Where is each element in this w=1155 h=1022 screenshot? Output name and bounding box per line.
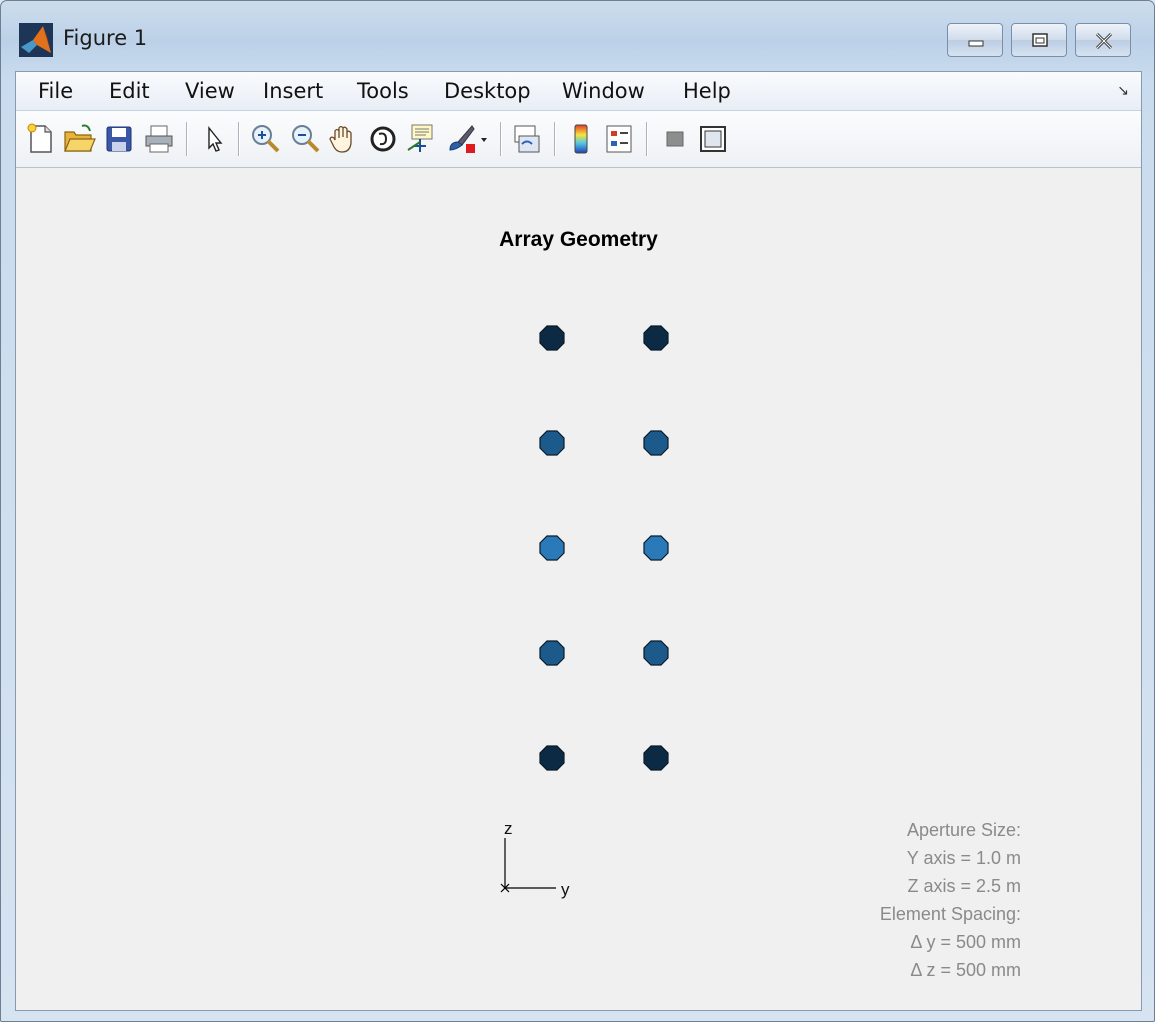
axis-triad-y-label: y bbox=[561, 880, 570, 899]
array-element-marker bbox=[539, 325, 565, 351]
zoom-out-icon[interactable] bbox=[288, 122, 322, 156]
array-element-marker bbox=[539, 535, 565, 561]
dock-figure-arrow-icon[interactable]: ↘ bbox=[1117, 82, 1129, 99]
axis-triad: z y bbox=[500, 819, 570, 899]
array-element-marker bbox=[643, 430, 669, 456]
array-element-marker bbox=[643, 325, 669, 351]
annotation-line: Aperture Size: bbox=[906, 820, 1021, 840]
array-element-marker bbox=[643, 640, 669, 666]
annotation-line: Δ y = 500 mm bbox=[910, 932, 1021, 952]
menu-tools[interactable]: Tools bbox=[357, 79, 409, 103]
show-plot-tools-icon[interactable] bbox=[696, 122, 730, 156]
new-figure-icon[interactable] bbox=[24, 122, 58, 156]
aperture-annotation: Aperture Size: Y axis = 1.0 m Z axis = 2… bbox=[880, 816, 1021, 984]
annotation-line: Z axis = 2.5 m bbox=[907, 876, 1021, 896]
figure-canvas[interactable]: Array Geometry z y Aperture Size: Y axis… bbox=[16, 168, 1141, 1010]
menu-edit[interactable]: Edit bbox=[109, 79, 150, 103]
annotation-line: Δ z = 500 mm bbox=[910, 960, 1021, 980]
array-element-marker bbox=[539, 640, 565, 666]
array-element-marker bbox=[539, 430, 565, 456]
maximize-button[interactable] bbox=[1011, 23, 1067, 57]
colorbar-icon[interactable] bbox=[564, 122, 598, 156]
toolbar-separator bbox=[646, 122, 647, 156]
axis-triad-lines bbox=[504, 838, 556, 889]
menu-window[interactable]: Window bbox=[562, 79, 645, 103]
annotation-line: Element Spacing: bbox=[879, 904, 1021, 924]
toolbar-separator bbox=[500, 122, 501, 156]
menu-file[interactable]: File bbox=[38, 79, 73, 103]
brush-dropdown-icon[interactable] bbox=[478, 122, 490, 156]
annotation-line: Y axis = 1.0 m bbox=[906, 848, 1021, 868]
toolbar-separator bbox=[238, 122, 239, 156]
close-button[interactable] bbox=[1075, 23, 1131, 57]
minimize-button[interactable] bbox=[947, 23, 1003, 57]
toolbar-separator bbox=[186, 122, 187, 156]
array-elements bbox=[539, 325, 669, 771]
maximize-icon bbox=[1032, 33, 1048, 47]
zoom-in-icon[interactable] bbox=[248, 122, 282, 156]
close-icon bbox=[1095, 32, 1113, 50]
edit-plot-arrow-icon[interactable] bbox=[196, 122, 230, 156]
figure-toolbar bbox=[16, 111, 1141, 168]
figure-window: Figure 1 File Edit View Insert Tools Des… bbox=[0, 0, 1155, 1022]
array-element-marker bbox=[643, 745, 669, 771]
link-plot-icon[interactable] bbox=[510, 122, 544, 156]
save-icon[interactable] bbox=[102, 122, 136, 156]
hide-plot-tools-icon[interactable] bbox=[658, 122, 692, 156]
toolbar-separator bbox=[554, 122, 555, 156]
legend-icon[interactable] bbox=[602, 122, 636, 156]
open-file-icon[interactable] bbox=[62, 122, 96, 156]
menu-view[interactable]: View bbox=[185, 79, 235, 103]
menu-help[interactable]: Help bbox=[683, 79, 731, 103]
menu-insert[interactable]: Insert bbox=[263, 79, 323, 103]
menu-desktop[interactable]: Desktop bbox=[444, 79, 531, 103]
array-element-marker bbox=[539, 745, 565, 771]
data-cursor-icon[interactable] bbox=[404, 122, 438, 156]
array-element-marker bbox=[643, 535, 669, 561]
matlab-logo-icon bbox=[19, 23, 53, 57]
window-title: Figure 1 bbox=[63, 26, 148, 50]
axis-triad-z-label: z bbox=[504, 819, 513, 838]
brush-icon[interactable] bbox=[444, 122, 478, 156]
figure-client-area: File Edit View Insert Tools Desktop Wind… bbox=[15, 71, 1142, 1011]
pan-hand-icon[interactable] bbox=[326, 122, 360, 156]
rotate-3d-icon[interactable] bbox=[366, 122, 400, 156]
minimize-icon bbox=[968, 40, 984, 47]
print-icon[interactable] bbox=[142, 122, 176, 156]
menu-bar: File Edit View Insert Tools Desktop Wind… bbox=[16, 72, 1141, 111]
title-bar[interactable]: Figure 1 bbox=[1, 1, 1154, 71]
